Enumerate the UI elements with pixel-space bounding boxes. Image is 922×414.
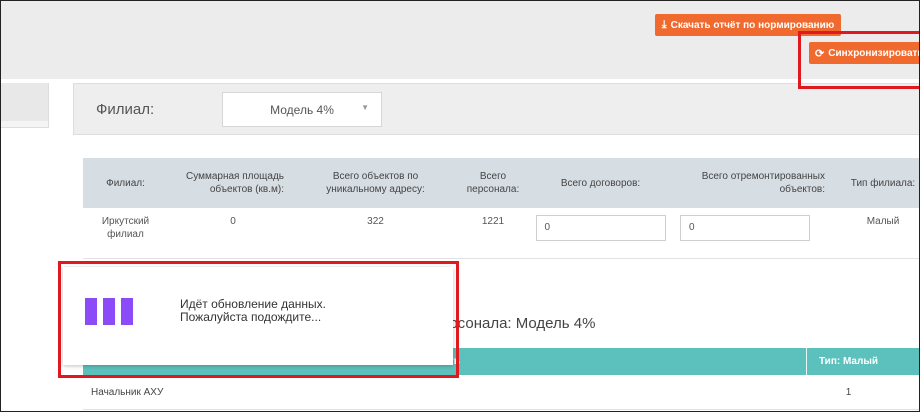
column-header: Тип филиала: xyxy=(843,158,919,208)
area-cell: 0 xyxy=(168,208,298,259)
branch-filter-label: Филиал: xyxy=(96,101,155,118)
table-row: Иркутский филиал 0 322 1221 0 0 Малый xyxy=(83,208,919,259)
position-cell: Начальник АХУ xyxy=(91,387,164,398)
contracts-cell: 0 xyxy=(533,208,668,259)
branch-summary-table: Филиал: Суммарная площадь объектов (кв.м… xyxy=(83,158,919,259)
filter-panel: Филиал: Модель 4% ▼ xyxy=(73,83,919,135)
count-cell: 1 xyxy=(845,387,852,398)
type-column-header: Тип: Малый xyxy=(818,356,879,367)
column-header: Всего отремонтированных объектов: xyxy=(668,158,843,208)
branch-select[interactable]: Модель 4% ▼ xyxy=(222,92,382,127)
top-toolbar: ⤓ Скачать отчёт по нормированию ⟳ Синхро… xyxy=(1,1,919,79)
branch-name-cell: Иркутский филиал xyxy=(83,208,168,259)
column-header: Суммарная площадь объектов (кв.м): xyxy=(168,158,298,208)
column-header: Всего персонала: xyxy=(453,158,533,208)
column-header: Филиал: xyxy=(83,158,168,208)
left-side-panel xyxy=(1,83,49,128)
table-row: Начальник АХУ 1 xyxy=(83,375,919,410)
left-side-panel-header xyxy=(1,83,48,121)
sync-highlight-box xyxy=(798,31,919,89)
staff-section-title: ерсонала: Модель 4% xyxy=(441,315,596,332)
chevron-down-icon: ▼ xyxy=(361,103,369,112)
branch-type-cell: Малый xyxy=(843,208,919,259)
staff-cell: 1221 xyxy=(453,208,533,259)
column-header: Всего договоров: xyxy=(533,158,668,208)
branch-select-value: Модель 4% xyxy=(270,102,334,117)
app-window: ⤓ Скачать отчёт по нормированию ⟳ Синхро… xyxy=(0,0,920,412)
summary-header-row: Филиал: Суммарная площадь объектов (кв.м… xyxy=(83,158,919,208)
repaired-cell: 0 xyxy=(668,208,843,259)
loading-highlight-box xyxy=(58,261,459,378)
column-header: Всего объектов по уникальному адресу: xyxy=(298,158,453,208)
download-report-label: Скачать отчёт по нормированию xyxy=(670,19,835,31)
repaired-input[interactable]: 0 xyxy=(680,215,810,241)
contracts-input[interactable]: 0 xyxy=(535,215,666,241)
objects-cell: 322 xyxy=(298,208,453,259)
download-icon: ⤓ xyxy=(661,18,667,31)
